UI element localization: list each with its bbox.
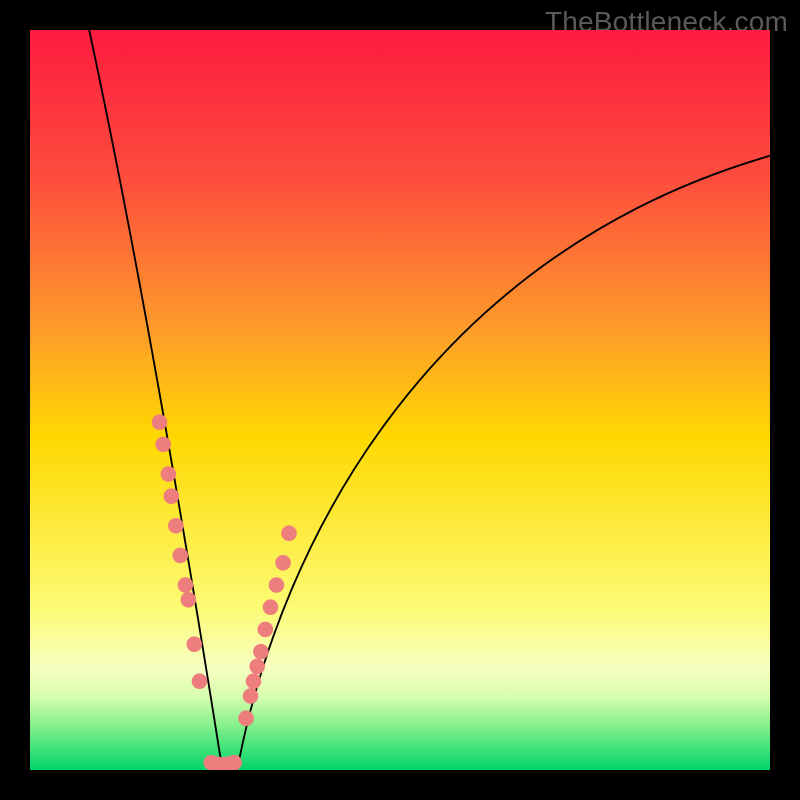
- bottleneck-chart: [30, 30, 770, 770]
- chart-frame: TheBottleneck.com: [0, 0, 800, 800]
- bottom-dots: [204, 755, 242, 770]
- gradient-background: [30, 30, 770, 770]
